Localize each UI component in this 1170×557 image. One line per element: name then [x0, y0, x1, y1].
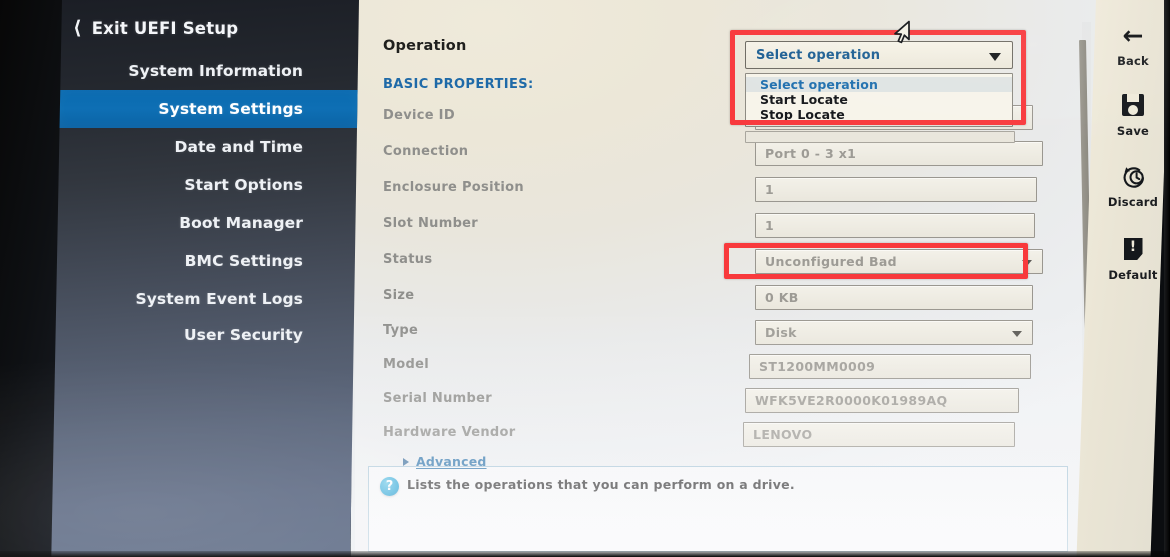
- sidebar-item-date-and-time[interactable]: Date and Time: [57, 128, 359, 166]
- model-input[interactable]: ST1200MM0009: [749, 354, 1031, 379]
- field-label: Model: [383, 357, 429, 372]
- rail-button-label: Discard: [1107, 195, 1159, 209]
- field-label: Size: [383, 288, 415, 303]
- field-row-enclosure-position: Enclosure Position 1: [383, 177, 1073, 207]
- advanced-expander[interactable]: Advanced: [403, 454, 487, 469]
- operation-option-stop-locate[interactable]: Stop Locate: [746, 107, 1012, 122]
- size-input[interactable]: 0 KB: [755, 285, 1033, 310]
- operation-dropdown-button[interactable]: Select operation: [745, 41, 1013, 69]
- field-label: Enclosure Position: [383, 180, 524, 195]
- serial-number-input[interactable]: WFK5VE2R0000K01989AQ: [745, 388, 1019, 413]
- field-label: Slot Number: [383, 216, 479, 231]
- field-label: Connection: [383, 144, 469, 159]
- sidebar-item-user-security[interactable]: User Security: [57, 316, 359, 354]
- enclosure-position-input[interactable]: 1: [755, 177, 1037, 202]
- sidebar-item-label: User Security: [183, 326, 303, 344]
- field-row-model: Model ST1200MM0009: [383, 354, 1073, 384]
- field-row-type: Type Disk: [383, 320, 1073, 350]
- sidebar-item-boot-manager[interactable]: Boot Manager: [57, 204, 359, 242]
- field-row-slot-number: Slot Number 1: [383, 213, 1073, 243]
- floppy-disk-icon: [1122, 92, 1144, 118]
- arrow-left-icon: ←: [1122, 20, 1144, 50]
- sidebar-item-system-event-logs[interactable]: System Event Logs: [57, 280, 359, 318]
- monitor-bezel-right: [1164, 0, 1170, 557]
- basic-properties-heading: BASIC PROPERTIES:: [383, 77, 534, 92]
- field-label: Hardware Vendor: [383, 425, 516, 440]
- sidebar-item-system-settings[interactable]: System Settings: [57, 90, 359, 128]
- sidebar-item-label: Boot Manager: [179, 214, 303, 232]
- exit-uefi-setup-label: Exit UEFI Setup: [91, 18, 239, 38]
- rail-button-label: Save: [1116, 124, 1150, 138]
- field-label: Status: [383, 252, 433, 267]
- slot-number-input[interactable]: 1: [755, 213, 1035, 238]
- field-row-connection: Connection Port 0 - 3 x1: [383, 141, 1073, 171]
- rail-button-save[interactable]: Save: [1096, 92, 1170, 138]
- dropdown-drop-shadow: [745, 131, 1015, 143]
- help-text: Lists the operations that you can perfor…: [407, 477, 795, 492]
- sidebar-item-bmc-settings[interactable]: BMC Settings: [57, 242, 359, 280]
- operation-dropdown[interactable]: Select operation Select operation Start …: [745, 41, 1015, 143]
- sidebar-item-label: Date and Time: [174, 138, 303, 156]
- field-label: Type: [383, 323, 419, 338]
- rail-button-label: Back: [1117, 54, 1149, 68]
- left-navigation-sidebar: ⟨ Exit UEFI Setup System Information Sys…: [48, 0, 360, 557]
- advanced-label: Advanced: [416, 454, 487, 469]
- chevron-right-icon: [403, 457, 409, 466]
- operation-dropdown-selected-label: Select operation: [756, 47, 881, 63]
- monitor-bezel-bottom: [0, 551, 1170, 557]
- sidebar-item-label: BMC Settings: [184, 252, 303, 270]
- operation-option-start-locate[interactable]: Start Locate: [746, 92, 1012, 107]
- help-panel: ? Lists the operations that you can perf…: [368, 466, 1068, 552]
- drive-properties-panel: Operation BASIC PROPERTIES: Device ID Co…: [350, 0, 1100, 557]
- sidebar-item-label: System Event Logs: [135, 290, 303, 308]
- sidebar-item-system-information[interactable]: System Information: [57, 52, 359, 90]
- rail-button-default[interactable]: Default: [1096, 236, 1170, 282]
- field-row-size: Size 0 KB: [383, 285, 1073, 315]
- field-row-status: Status Unconfigured Bad: [383, 249, 1073, 279]
- hardware-vendor-input[interactable]: LENOVO: [743, 422, 1015, 447]
- type-select[interactable]: Disk: [755, 320, 1033, 345]
- chevron-down-icon: [989, 53, 1001, 61]
- rail-button-discard[interactable]: Discard: [1096, 163, 1170, 209]
- page-title: Operation: [383, 38, 467, 54]
- sidebar-item-label: System Information: [128, 62, 303, 80]
- rail-button-label: Default: [1108, 268, 1158, 282]
- warning-icon: [1124, 236, 1143, 262]
- chevron-left-icon: ⟨: [73, 16, 82, 39]
- question-mark-icon: ?: [380, 477, 399, 496]
- field-label: Serial Number: [383, 391, 492, 406]
- sidebar-item-start-options[interactable]: Start Options: [57, 166, 359, 204]
- field-row-serial-number: Serial Number WFK5VE2R0000K01989AQ: [383, 388, 1073, 418]
- field-label: Device ID: [383, 108, 455, 123]
- operation-option-select-operation[interactable]: Select operation: [746, 77, 1012, 92]
- rail-button-back[interactable]: ← Back: [1096, 20, 1170, 69]
- field-row-hardware-vendor: Hardware Vendor LENOVO: [383, 422, 1073, 452]
- sidebar-item-label: System Settings: [158, 100, 303, 118]
- status-select[interactable]: Unconfigured Bad: [755, 249, 1043, 274]
- monitor-bezel-left: [0, 0, 62, 557]
- sidebar-item-label: Start Options: [184, 176, 303, 194]
- operation-dropdown-list[interactable]: Select operation Start Locate Stop Locat…: [745, 73, 1013, 127]
- exit-uefi-setup-button[interactable]: ⟨ Exit UEFI Setup: [67, 12, 337, 44]
- connection-input[interactable]: Port 0 - 3 x1: [755, 141, 1043, 166]
- undo-clock-icon: [1120, 163, 1147, 189]
- uefi-setup-screen: ⟨ Exit UEFI Setup System Information Sys…: [0, 0, 1170, 557]
